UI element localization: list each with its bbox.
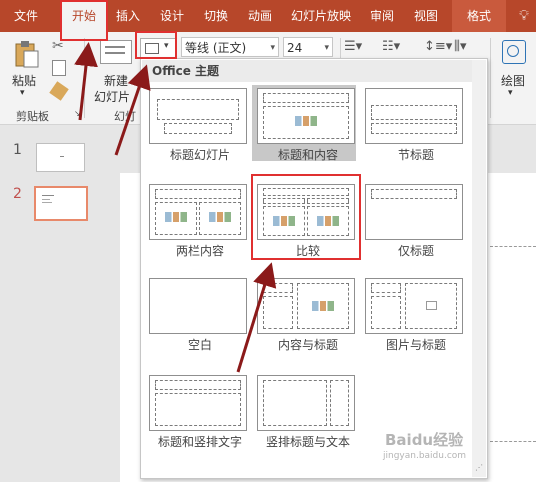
arrow-to-home-tab xyxy=(74,42,98,121)
arrow-to-comparison xyxy=(236,262,277,373)
annotation-arrows xyxy=(74,42,277,373)
arrow-to-layout-button xyxy=(114,64,151,156)
